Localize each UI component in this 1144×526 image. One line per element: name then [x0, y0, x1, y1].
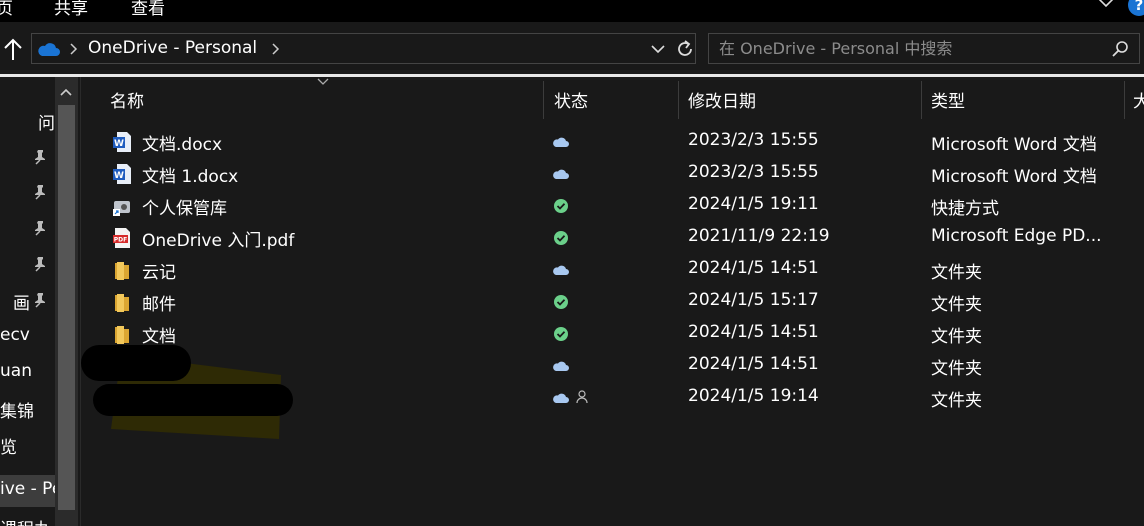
- file-name[interactable]: 文档.docx: [142, 130, 222, 155]
- shared-person-icon: [575, 389, 589, 405]
- file-type: 文件夹: [931, 359, 982, 379]
- ribbon-tab-view[interactable]: 查看: [131, 0, 165, 19]
- nav-scrollbar[interactable]: [55, 77, 78, 526]
- word-doc-icon: W: [112, 131, 132, 153]
- svg-text:W: W: [114, 139, 124, 149]
- nav-item[interactable]: 画: [0, 285, 30, 317]
- pin-icon[interactable]: [32, 184, 48, 200]
- ribbon-tab-share[interactable]: 共享: [54, 0, 88, 19]
- nav-item[interactable]: 集锦: [0, 393, 40, 425]
- file-name[interactable]: 云记: [142, 258, 176, 283]
- svg-text:PDF: PDF: [114, 237, 127, 244]
- file-modified-date: 2024/1/5 14:51: [688, 258, 819, 278]
- file-type: 文件夹: [931, 295, 982, 315]
- table-row[interactable]: 云记 2024/1/5 14:51 文件夹: [81, 254, 1144, 286]
- column-header-size[interactable]: 大: [1125, 77, 1144, 119]
- file-modified-date: 2024/1/5 19:14: [688, 386, 819, 406]
- file-modified-date: 2024/1/5 19:11: [688, 194, 819, 214]
- table-row[interactable]: 个人保管库 2024/1/5 19:11 快捷方式: [81, 190, 1144, 222]
- file-type: Microsoft Edge PD...: [931, 226, 1102, 246]
- pdf-icon: PDF: [112, 227, 132, 249]
- file-modified-date: 2024/1/5 15:17: [688, 290, 819, 310]
- folder-icon: [112, 291, 132, 313]
- file-name[interactable]: 个人保管库: [142, 194, 227, 219]
- column-header-name[interactable]: 名称: [81, 77, 543, 119]
- file-list: 名称 状态 修改日期 类型 大 W 文档.docx 2023/2/3 15:55 Mi…: [81, 77, 1144, 526]
- help-icon[interactable]: ?: [1128, 0, 1144, 16]
- folder-icon: [112, 259, 132, 281]
- ribbon: 页 共享 查看 ?: [0, 0, 1144, 22]
- word-doc-icon: W: [112, 163, 132, 185]
- file-type: Microsoft Word 文档: [931, 135, 1097, 155]
- file-modified-date: 2024/1/5 14:51: [688, 354, 819, 374]
- file-modified-date: 2023/2/3 15:55: [688, 130, 819, 150]
- synced-status-icon: [552, 294, 570, 310]
- file-modified-date: 2023/2/3 15:55: [688, 162, 819, 182]
- onedrive-cloud-icon: [38, 43, 60, 56]
- chevron-up-icon[interactable]: [59, 87, 73, 97]
- up-arrow-icon[interactable]: [2, 36, 24, 62]
- pin-icon[interactable]: [32, 220, 48, 236]
- scrollbar-thumb[interactable]: [58, 105, 75, 510]
- chevron-down-icon[interactable]: [650, 43, 666, 55]
- table-row[interactable]: W 文档 1.docx 2023/2/3 15:55 Microsoft Word 文…: [81, 158, 1144, 190]
- cloud-status-icon: [552, 262, 570, 278]
- redaction-mark: [81, 345, 293, 439]
- pin-icon[interactable]: [32, 292, 48, 308]
- pin-icon[interactable]: [32, 149, 48, 165]
- nav-item[interactable]: uan: [0, 357, 40, 389]
- nav-item[interactable]: 问: [0, 105, 55, 137]
- file-name[interactable]: 邮件: [142, 290, 176, 315]
- file-type: Microsoft Word 文档: [931, 167, 1097, 187]
- search-box[interactable]: [708, 33, 1140, 64]
- address-bar-row: OneDrive - Personal: [0, 22, 1144, 74]
- cloud-status-icon: [552, 166, 570, 182]
- nav-item[interactable]: 课程丸: [0, 511, 55, 526]
- file-modified-date: 2024/1/5 14:51: [688, 322, 819, 342]
- nav-item-onedrive[interactable]: ive - Pe: [0, 475, 55, 507]
- nav-item[interactable]: ecv: [0, 321, 30, 353]
- pin-icon[interactable]: [32, 256, 48, 272]
- chevron-right-icon[interactable]: [68, 42, 78, 56]
- column-header-status[interactable]: 状态: [544, 77, 678, 119]
- navigation-pane: 问 画 ecv uan 集锦 览 ive - Pe 课程丸: [0, 77, 80, 526]
- file-name[interactable]: 文档 1.docx: [142, 162, 238, 187]
- address-path[interactable]: OneDrive - Personal: [88, 38, 257, 58]
- file-type: 文件夹: [931, 391, 982, 411]
- file-type: 快捷方式: [931, 199, 999, 219]
- table-row[interactable]: 邮件 2024/1/5 15:17 文件夹: [81, 286, 1144, 318]
- column-header-modified[interactable]: 修改日期: [679, 77, 921, 119]
- file-modified-date: 2021/11/9 22:19: [688, 226, 830, 246]
- search-input[interactable]: [709, 34, 1104, 63]
- file-type: 文件夹: [931, 327, 982, 347]
- chevron-right-icon[interactable]: [270, 42, 280, 56]
- column-header-type[interactable]: 类型: [922, 77, 1124, 119]
- search-icon[interactable]: [1111, 40, 1129, 58]
- ribbon-tab-home[interactable]: 页: [0, 0, 13, 19]
- synced-status-icon: [552, 198, 570, 214]
- shortcut-icon: [112, 195, 132, 217]
- cloud-status-icon: [552, 358, 570, 374]
- table-row[interactable]: PDF OneDrive 入门.pdf 2021/11/9 22:19 Microso…: [81, 222, 1144, 254]
- nav-item[interactable]: 览: [0, 429, 40, 461]
- synced-status-icon: [552, 326, 570, 342]
- cloud-status-icon: [552, 390, 570, 406]
- svg-text:W: W: [114, 171, 124, 181]
- chevron-down-icon[interactable]: [1096, 0, 1116, 14]
- address-bar[interactable]: OneDrive - Personal: [31, 33, 696, 64]
- file-type: 文件夹: [931, 263, 982, 283]
- refresh-icon[interactable]: [674, 38, 696, 60]
- table-row[interactable]: W 文档.docx 2023/2/3 15:55 Microsoft Word 文档: [81, 126, 1144, 158]
- synced-status-icon: [552, 230, 570, 246]
- cloud-status-icon: [552, 134, 570, 150]
- file-name[interactable]: OneDrive 入门.pdf: [142, 226, 294, 251]
